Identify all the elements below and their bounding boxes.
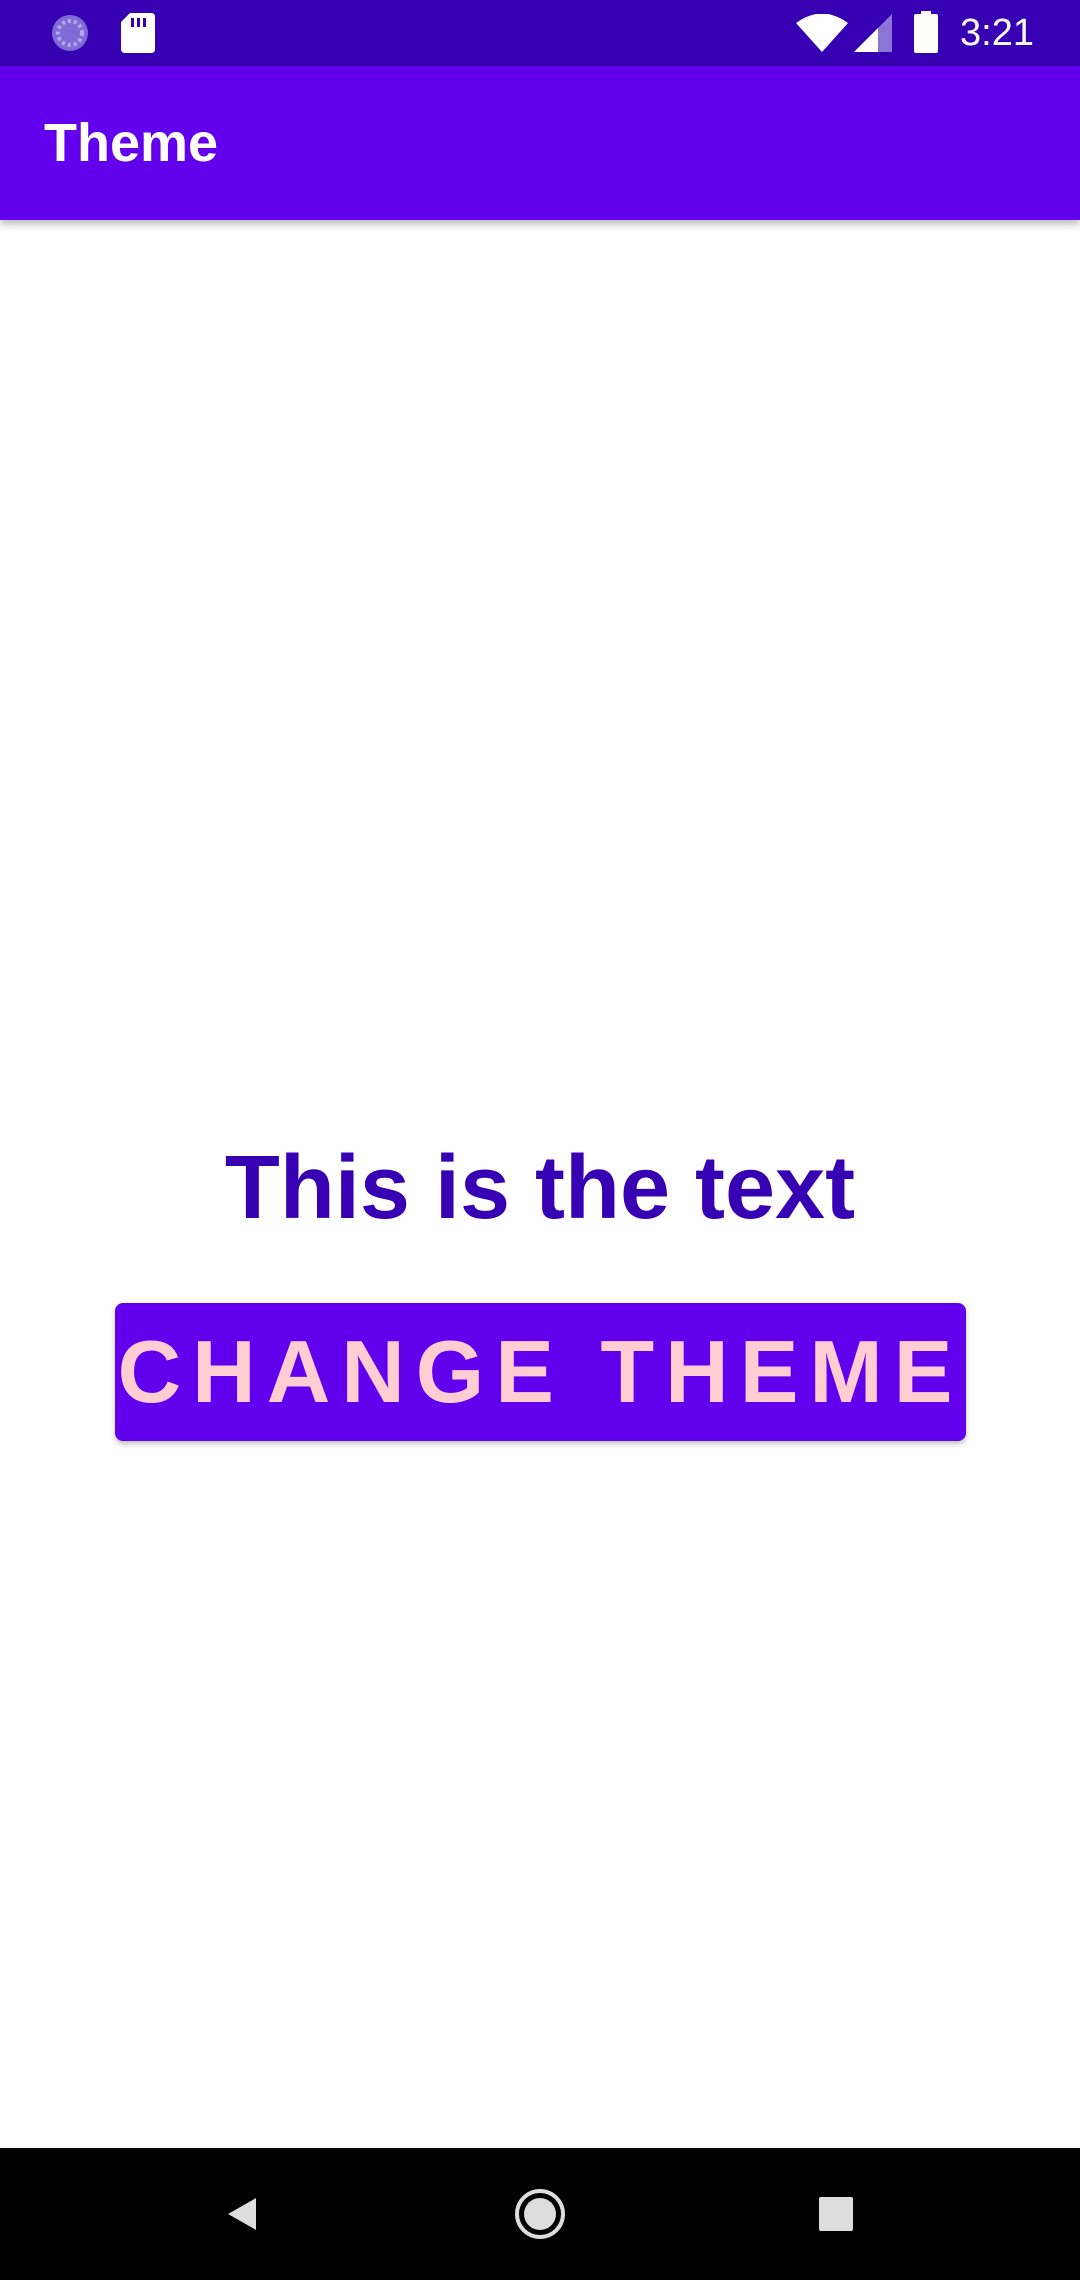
cell-signal-icon [854,14,892,57]
recents-icon[interactable] [800,2178,872,2250]
app-bar: Theme [0,66,1080,220]
wifi-icon [796,13,848,57]
loading-spinner-icon [50,13,90,58]
back-icon[interactable] [206,2178,278,2250]
status-bar: 3:21 [0,0,1080,66]
status-time: 3:21 [960,12,1034,54]
navigation-bar [0,2148,1080,2280]
sd-card-icon [121,13,155,58]
home-icon[interactable] [504,2178,576,2250]
main-text: This is the text [224,1138,856,1238]
battery-icon [914,11,938,58]
app-title: Theme [44,113,219,173]
change-theme-button[interactable]: CHANGE THEME [115,1303,966,1441]
screen: 3:21 Theme This is the text CHANGE THEME [0,0,1080,2280]
